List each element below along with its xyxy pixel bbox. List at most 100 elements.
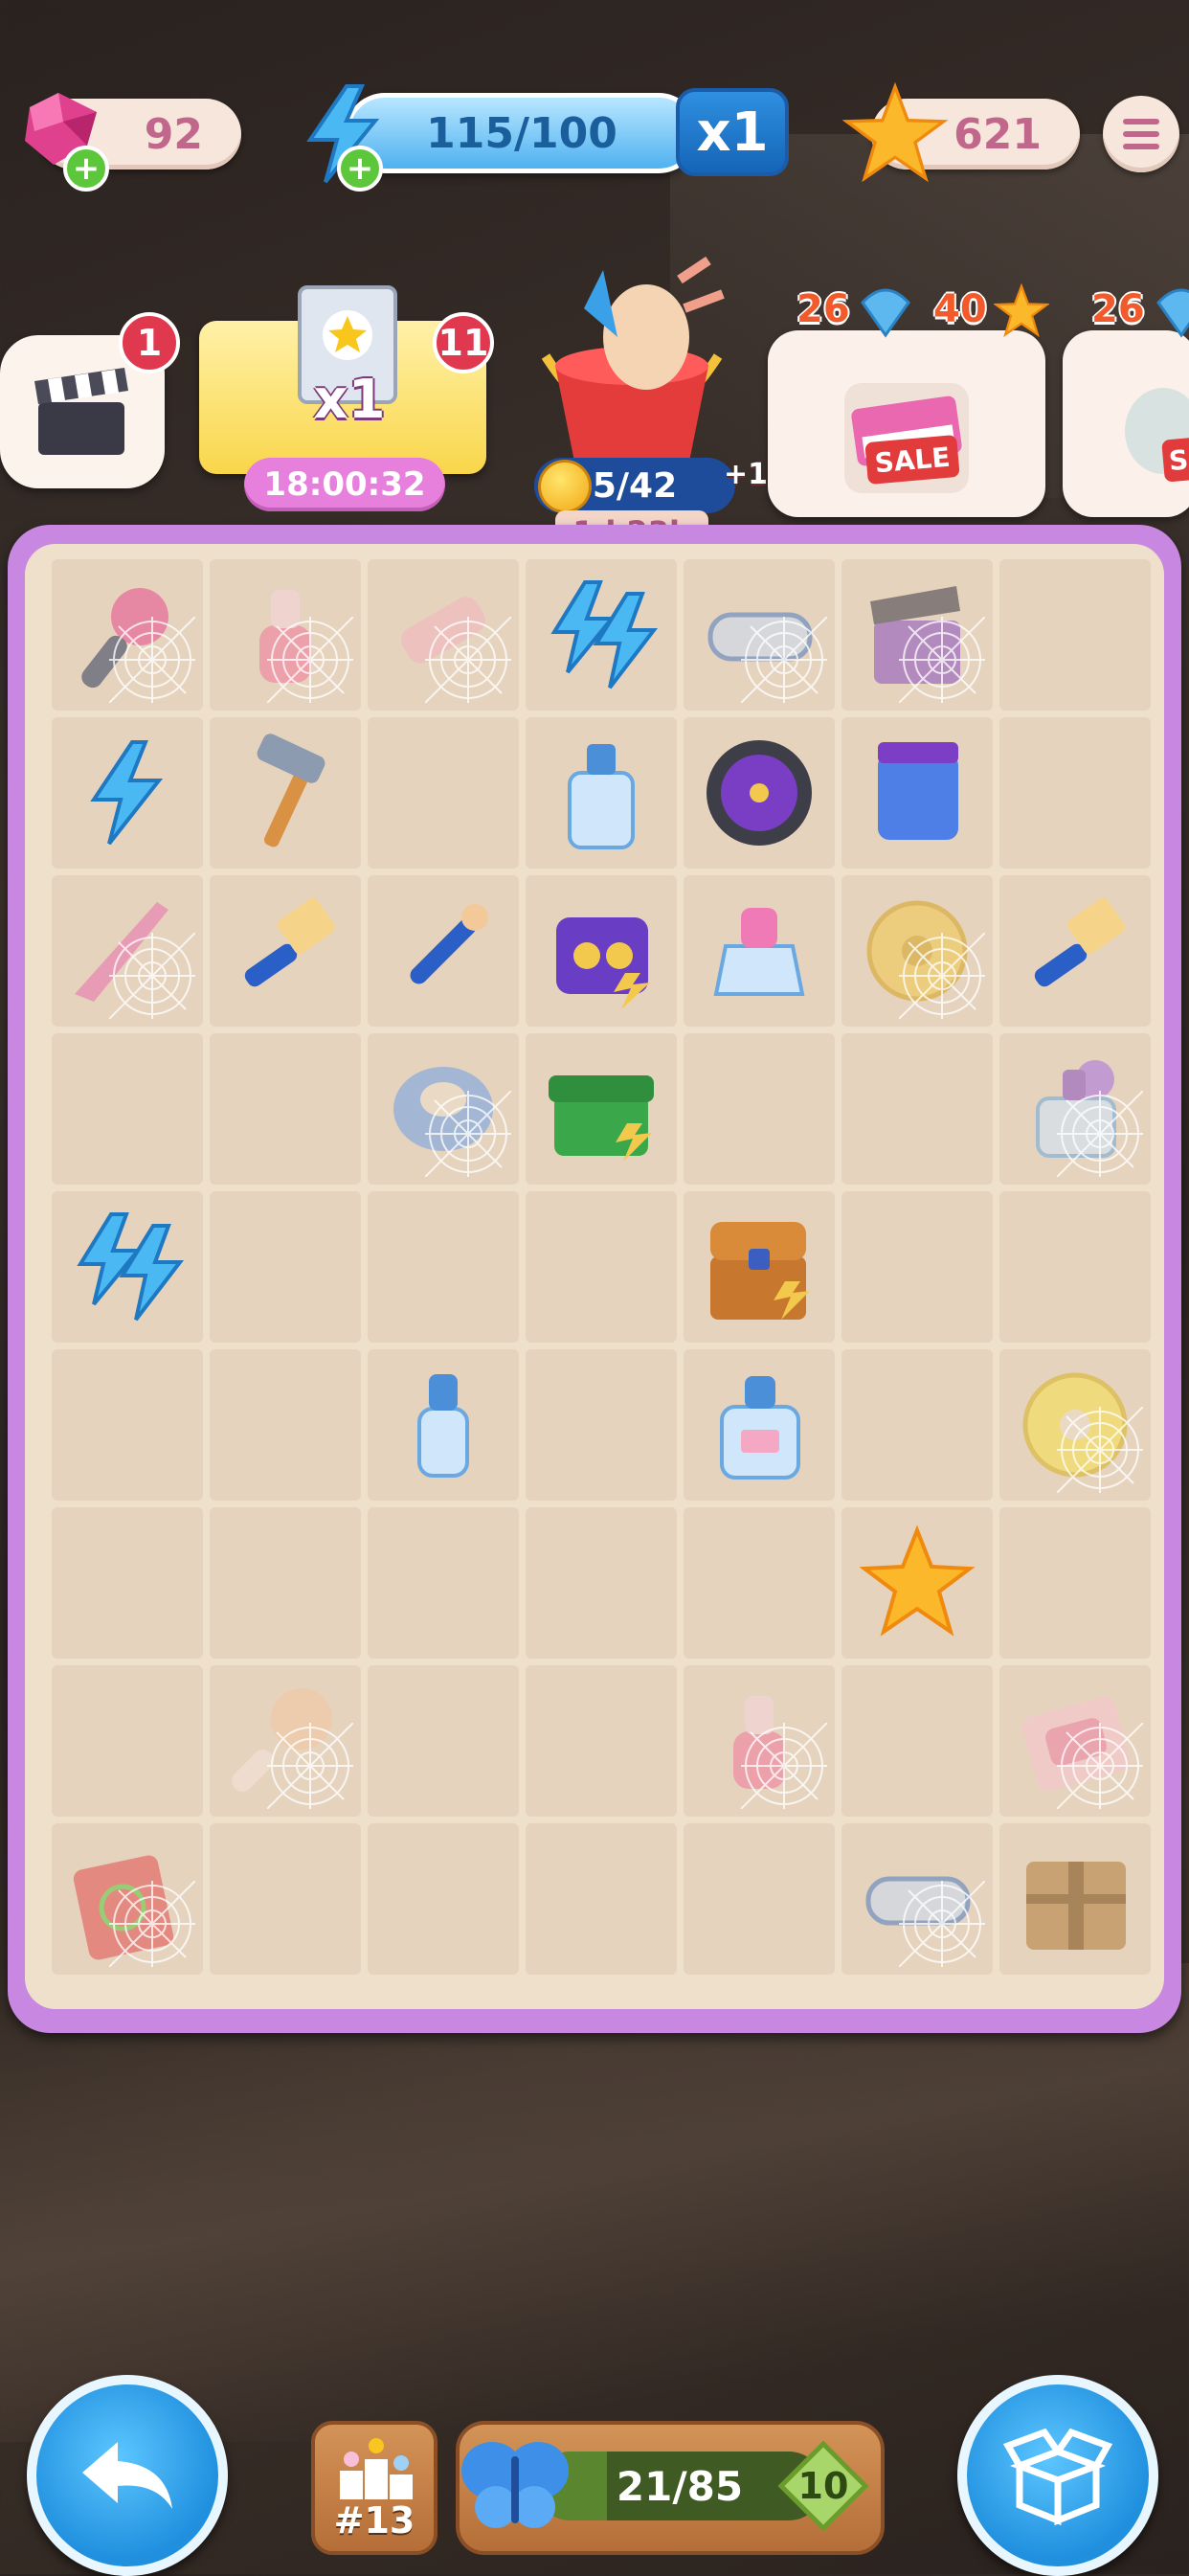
board-cell[interactable] <box>684 1191 835 1343</box>
board-cell[interactable] <box>526 1823 677 1975</box>
hammer-icon[interactable] <box>223 731 348 855</box>
board-cell[interactable] <box>999 1823 1151 1975</box>
board-cell[interactable] <box>526 1665 677 1817</box>
board-cell[interactable] <box>52 1191 203 1343</box>
board-cell[interactable] <box>684 1349 835 1501</box>
board-cell[interactable] <box>210 717 361 869</box>
board-cell[interactable] <box>368 1033 519 1185</box>
board-cell[interactable] <box>52 875 203 1027</box>
board-cell[interactable] <box>999 1033 1151 1185</box>
board-cell[interactable] <box>52 1033 203 1185</box>
ticket-pack-icon[interactable] <box>855 731 979 855</box>
board-cell[interactable] <box>684 717 835 869</box>
board-cell[interactable] <box>999 1665 1151 1817</box>
board-cell[interactable] <box>999 1507 1151 1659</box>
board-cell[interactable] <box>526 559 677 711</box>
board-cell[interactable] <box>210 1033 361 1185</box>
board-cell[interactable] <box>526 875 677 1027</box>
film-reel-icon[interactable] <box>697 731 821 855</box>
menu-line <box>1123 119 1159 124</box>
board-cell[interactable] <box>368 717 519 869</box>
board-cell[interactable] <box>526 1507 677 1659</box>
board-cell[interactable] <box>210 875 361 1027</box>
board-cell[interactable] <box>52 1507 203 1659</box>
cobweb-icon <box>108 616 196 704</box>
board-cell[interactable] <box>52 1349 203 1501</box>
board-cell[interactable] <box>52 1823 203 1975</box>
board-cell[interactable] <box>526 717 677 869</box>
treasure-chest-icon[interactable] <box>697 1205 821 1329</box>
board-cell[interactable] <box>52 717 203 869</box>
board-cell[interactable] <box>684 1823 835 1975</box>
energy-double-icon[interactable] <box>539 573 663 697</box>
gift-box-purple-icon[interactable] <box>539 889 663 1013</box>
board-cell[interactable] <box>999 1191 1151 1343</box>
board-cell[interactable] <box>841 1665 993 1817</box>
keyboard-icon <box>844 383 969 493</box>
paintbrush-wide-icon[interactable] <box>223 889 348 1013</box>
add-energy-icon[interactable]: + <box>337 146 383 192</box>
small-bottle-icon[interactable] <box>381 1363 505 1487</box>
energy-icon[interactable] <box>65 731 190 855</box>
board-cell[interactable] <box>684 1033 835 1185</box>
board-cell[interactable] <box>368 1191 519 1343</box>
board-cell[interactable] <box>210 1507 361 1659</box>
gift-box-green-icon[interactable] <box>539 1047 663 1171</box>
butterfly-icon <box>461 2442 569 2528</box>
merge-board <box>8 525 1181 2033</box>
gems-value: 92 <box>144 109 203 159</box>
board-cell[interactable] <box>684 1665 835 1817</box>
board-cell[interactable] <box>210 559 361 711</box>
board-cell[interactable] <box>526 1191 677 1343</box>
board-cell[interactable] <box>52 1665 203 1817</box>
board-cell[interactable] <box>841 717 993 869</box>
perfume-square-icon[interactable] <box>697 1363 821 1487</box>
energy-double-icon[interactable] <box>65 1205 190 1329</box>
board-cell[interactable] <box>210 1665 361 1817</box>
board-cell[interactable] <box>841 875 993 1027</box>
board-cell[interactable] <box>841 1191 993 1343</box>
shell-bucket-icon[interactable] <box>517 251 747 471</box>
star-icon[interactable] <box>855 1521 979 1645</box>
board-cell[interactable] <box>999 875 1151 1027</box>
board-cell[interactable] <box>368 1665 519 1817</box>
cardboard-box-icon[interactable] <box>1013 1837 1137 1961</box>
board-cell[interactable] <box>999 717 1151 869</box>
board-cell[interactable] <box>368 1349 519 1501</box>
add-gems-icon[interactable]: + <box>63 146 109 192</box>
board-cell[interactable] <box>368 1507 519 1659</box>
board-cell[interactable] <box>526 1349 677 1501</box>
perfume-pink-icon[interactable] <box>697 889 821 1013</box>
perfume-bottle-icon[interactable] <box>539 731 663 855</box>
paintbrush-small-icon[interactable] <box>381 889 505 1013</box>
board-cell[interactable] <box>368 1823 519 1975</box>
board-cell[interactable] <box>841 1349 993 1501</box>
board-cell[interactable] <box>526 1033 677 1185</box>
board-cell[interactable] <box>684 559 835 711</box>
shell-icon <box>861 288 910 338</box>
board-cell[interactable] <box>52 559 203 711</box>
board-cell[interactable] <box>684 875 835 1027</box>
bucket-bonus: +1 <box>724 458 769 491</box>
ticket-badge-count: 11 <box>437 322 489 364</box>
board-cell[interactable] <box>210 1191 361 1343</box>
board-cell[interactable] <box>841 1823 993 1975</box>
board-cell[interactable] <box>841 559 993 711</box>
board-cell[interactable] <box>841 1033 993 1185</box>
board-cell[interactable] <box>999 1349 1151 1501</box>
board-cell[interactable] <box>684 1507 835 1659</box>
paintbrush-wide-icon[interactable] <box>1013 889 1137 1013</box>
board-cell[interactable] <box>210 1823 361 1975</box>
offer-card-keyboard[interactable] <box>768 330 1045 517</box>
menu-button[interactable] <box>1103 96 1179 172</box>
back-button[interactable] <box>27 2375 228 2576</box>
board-cell[interactable] <box>368 559 519 711</box>
board-cell[interactable] <box>999 559 1151 711</box>
board-cell[interactable] <box>210 1349 361 1501</box>
board-cell[interactable] <box>841 1507 993 1659</box>
inventory-box-button[interactable] <box>957 2375 1158 2576</box>
offer-card-second[interactable] <box>1063 330 1189 517</box>
energy-multiplier-button[interactable]: x1 <box>676 88 789 176</box>
board-cell[interactable] <box>368 875 519 1027</box>
energy-bar[interactable]: 115/100 <box>345 93 699 173</box>
